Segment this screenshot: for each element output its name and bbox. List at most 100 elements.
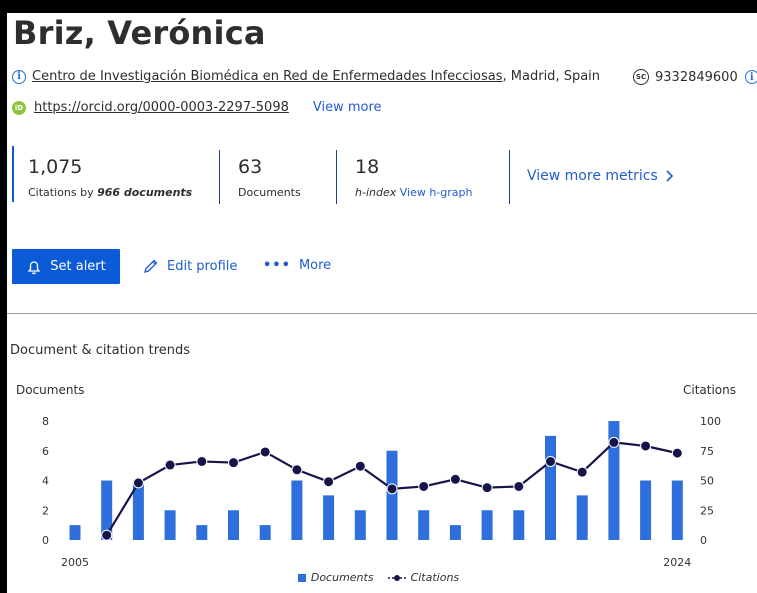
documents-bar xyxy=(386,450,398,540)
legend-line-swatch xyxy=(387,574,406,581)
documents-bar xyxy=(196,525,208,540)
documents-metric: 63 Documents xyxy=(222,146,322,202)
right-axis-tick-label: 75 xyxy=(700,445,714,458)
right-axis-tick-label: 25 xyxy=(700,504,714,517)
documents-bar xyxy=(228,510,239,540)
documents-bar xyxy=(259,525,271,540)
x-axis-end-label: 2024 xyxy=(663,556,691,569)
documents-bar xyxy=(481,510,493,540)
view-more-metrics-button[interactable]: View more metrics xyxy=(527,168,674,184)
trends-title: Document & citation trends xyxy=(10,343,191,358)
edit-profile-label: Edit profile xyxy=(167,258,238,274)
documents-label: Documents xyxy=(238,186,301,199)
legend-item-documents: Documents xyxy=(297,571,374,584)
citations-point xyxy=(354,460,366,472)
citations-point xyxy=(481,482,493,494)
info-icon[interactable]: i xyxy=(12,69,26,84)
citations-point xyxy=(513,480,525,492)
documents-bar xyxy=(671,480,683,540)
citations-point xyxy=(228,457,239,469)
citations-point xyxy=(608,436,620,448)
citations-point xyxy=(576,466,588,478)
citations-point xyxy=(545,455,556,467)
documents-bar xyxy=(354,510,366,540)
citations-value: 1,075 xyxy=(28,156,83,178)
documents-bar xyxy=(640,480,652,540)
citations-documents-link[interactable]: 966 documents xyxy=(97,186,192,199)
legend-bar-swatch xyxy=(297,573,306,582)
set-alert-button[interactable]: Set alert xyxy=(12,249,120,284)
document-citation-chart: 0 2 4 6 8 0 25 50 75 100 2005 2024 xyxy=(42,415,721,569)
left-axis-tick-label: 0 xyxy=(42,534,49,547)
documents-bar xyxy=(291,480,303,540)
citations-point xyxy=(291,464,303,476)
metric-divider xyxy=(509,150,510,204)
orcid-row: iD https://orcid.org/0000-0003-2297-5098… xyxy=(12,100,382,115)
scopus-id: 9332849600 xyxy=(655,69,738,85)
citations-label: Citations by 966 documents xyxy=(28,186,192,199)
more-dots-icon: ••• xyxy=(263,258,291,273)
section-divider xyxy=(7,313,757,314)
hindex-metric: 18 h-index View h-graph xyxy=(339,146,499,202)
documents-bar xyxy=(576,495,588,540)
set-alert-label: Set alert xyxy=(50,259,106,274)
citations-point xyxy=(386,483,398,495)
citations-point xyxy=(640,440,652,452)
x-axis-start-label: 2005 xyxy=(61,556,89,569)
hindex-label-text: h-index xyxy=(355,186,397,199)
pencil-icon xyxy=(144,259,158,273)
chevron-right-icon xyxy=(666,170,673,182)
author-name: Briz, Verónica xyxy=(13,14,266,52)
citations-point xyxy=(101,529,113,541)
scopus-id-icon: SC xyxy=(633,69,649,85)
affiliation-link[interactable]: Centro de Investigación Biomédica en Red… xyxy=(32,69,503,84)
metric-accent-bar xyxy=(12,146,14,202)
citations-point xyxy=(196,455,208,467)
documents-bar xyxy=(164,510,176,540)
legend-item-citations: Citations xyxy=(387,571,459,584)
more-label: More xyxy=(298,258,332,273)
window-frame-top xyxy=(0,0,757,13)
citations-point xyxy=(449,473,461,485)
view-h-graph-link[interactable]: View h-graph xyxy=(400,186,473,199)
chart-legend: Documents Citations xyxy=(0,571,757,584)
affiliation-row: i Centro de Investigación Biomédica en R… xyxy=(12,69,600,84)
right-axis-tick-label: 100 xyxy=(700,415,721,428)
scopus-id-row: SC 9332849600 i xyxy=(633,69,757,85)
edit-profile-button[interactable]: Edit profile xyxy=(143,258,237,274)
citations-axis-title: Citations xyxy=(682,383,736,397)
more-button[interactable]: ••• More xyxy=(263,258,331,273)
view-more-metrics-label: View more metrics xyxy=(527,168,658,184)
hindex-value: 18 xyxy=(355,156,380,178)
documents-bar xyxy=(323,495,335,540)
citations-point xyxy=(132,477,144,489)
left-axis-tick-label: 4 xyxy=(42,475,49,488)
documents-bar xyxy=(418,510,430,540)
left-axis-tick-label: 6 xyxy=(42,445,49,458)
documents-bar xyxy=(513,510,525,540)
metric-divider xyxy=(336,150,337,204)
citations-point xyxy=(671,447,683,459)
left-axis-tick-label: 8 xyxy=(42,415,49,428)
citations-metric: 1,075 Citations by 966 documents xyxy=(12,146,212,202)
documents-value: 63 xyxy=(238,156,263,178)
documents-bar xyxy=(545,435,556,540)
legend-documents-label: Documents xyxy=(310,571,374,584)
citations-point xyxy=(164,459,176,471)
citations-point xyxy=(259,446,271,458)
view-more-link[interactable]: View more xyxy=(313,100,382,115)
left-axis-tick-label: 2 xyxy=(42,504,49,517)
metric-divider xyxy=(219,150,220,204)
affiliation-location: , Madrid, Spain xyxy=(502,69,601,84)
citations-point xyxy=(418,480,430,492)
bell-icon xyxy=(27,260,41,274)
right-axis-tick-label: 50 xyxy=(700,475,714,488)
hindex-label: h-index View h-graph xyxy=(355,186,472,199)
documents-bar xyxy=(69,525,81,540)
documents-bar xyxy=(449,525,461,540)
orcid-link[interactable]: https://orcid.org/0000-0003-2297-5098 xyxy=(34,100,289,115)
citations-label-text: Citations by xyxy=(28,186,98,199)
scopus-info-icon[interactable]: i xyxy=(744,70,757,84)
documents-axis-title: Documents xyxy=(16,383,85,397)
citations-point xyxy=(323,476,335,488)
